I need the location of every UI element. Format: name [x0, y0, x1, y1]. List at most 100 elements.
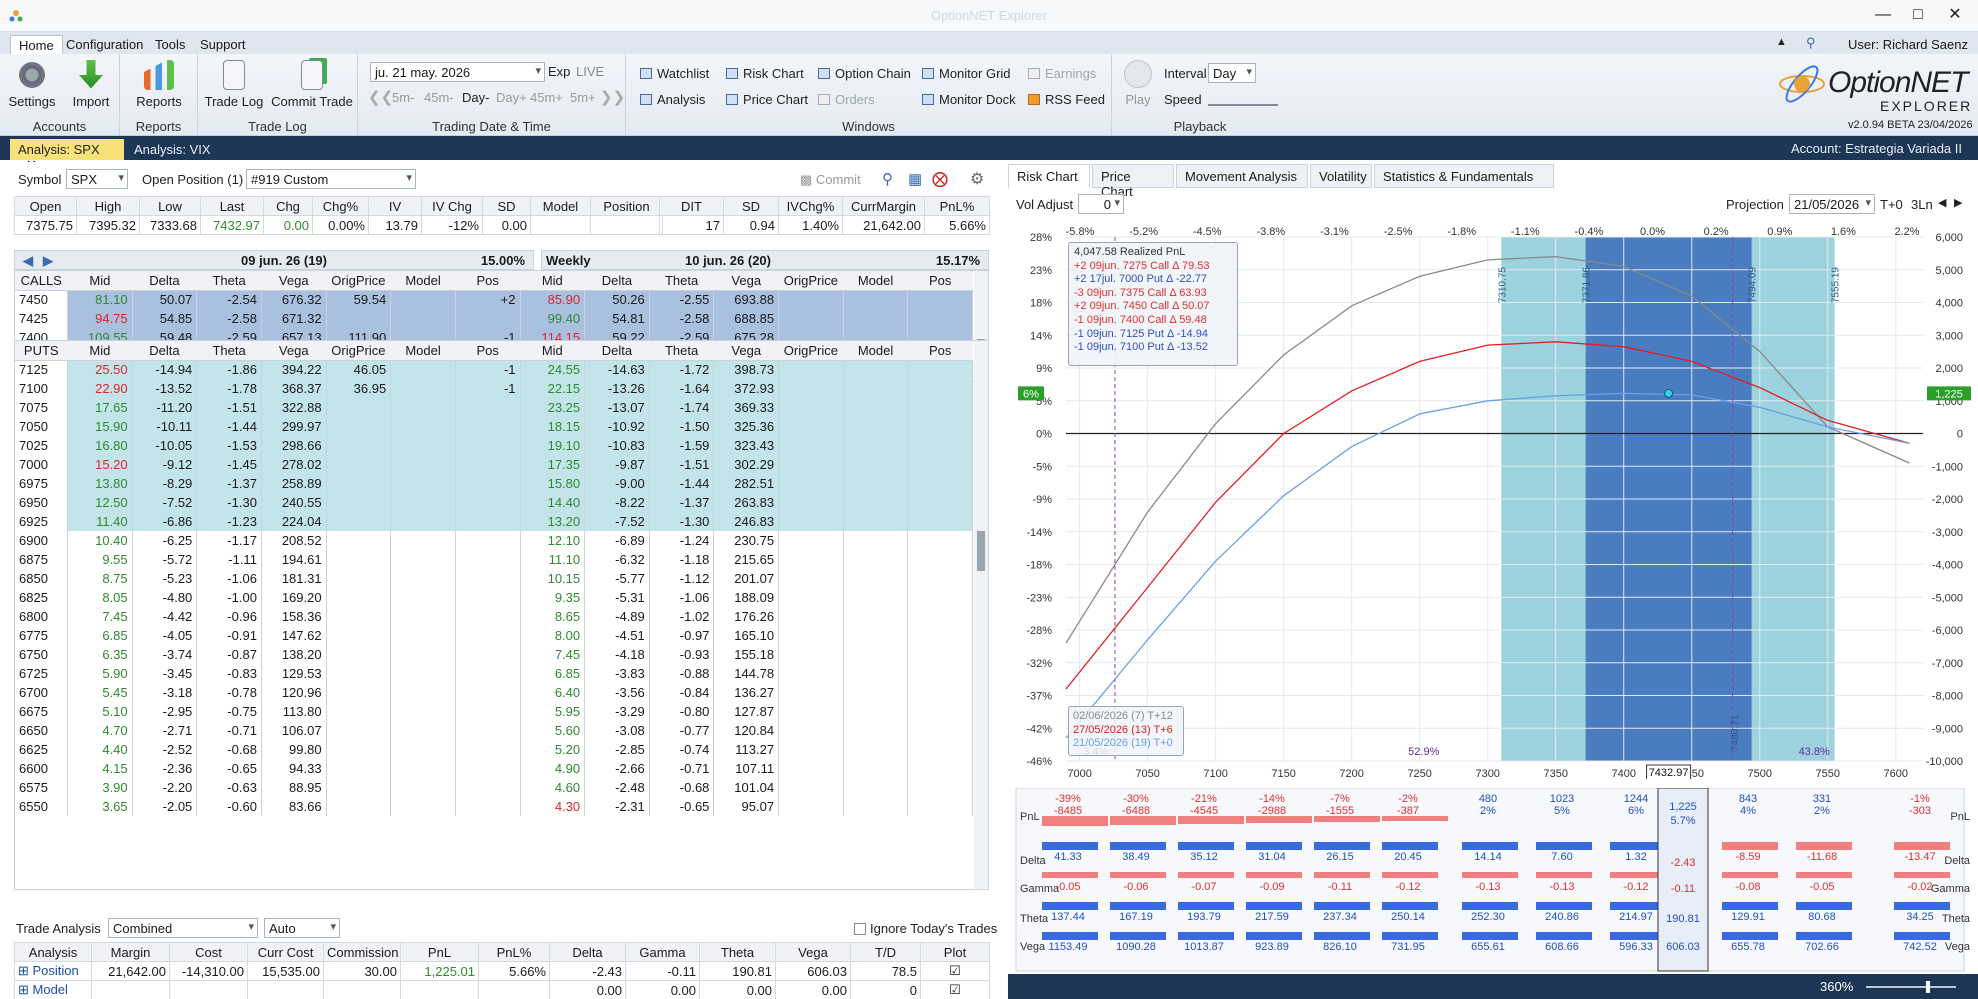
chain-cell[interactable]: -0.91 — [196, 626, 262, 645]
chain-cell[interactable]: -0.63 — [196, 778, 262, 797]
chain-cell[interactable]: 5.20 — [520, 740, 586, 759]
chain-cell[interactable]: -1.37 — [196, 474, 262, 493]
chain-cell[interactable]: 188.09 — [713, 588, 780, 607]
close-position-icon[interactable]: ⨂ — [932, 169, 948, 189]
puts-scrollbar[interactable] — [974, 341, 988, 889]
trade-analysis-row[interactable]: ⊞ Position 21,642.00 -14,310.00 15,535.00 30… — [14, 961, 990, 981]
chain-cell[interactable]: -1.00 — [196, 588, 262, 607]
chain-cell[interactable] — [326, 569, 392, 588]
chain-column-header[interactable]: Mid — [67, 271, 133, 291]
strike-cell[interactable]: 7025 — [15, 436, 69, 455]
chain-cell[interactable]: -0.88 — [649, 664, 715, 683]
chain-cell[interactable] — [778, 398, 844, 417]
chain-cell[interactable]: -1.18 — [649, 550, 715, 569]
strike-cell[interactable]: 7425 — [15, 309, 69, 328]
chain-cell[interactable] — [843, 588, 909, 607]
chain-column-header[interactable]: OrigPrice — [778, 271, 844, 291]
chain-column-header[interactable]: Mid — [67, 341, 133, 361]
chain-cell[interactable]: -0.96 — [196, 607, 262, 626]
projection-date-input[interactable]: 21/05/2026 — [1789, 194, 1875, 214]
chain-cell[interactable]: 54.81 — [584, 309, 650, 328]
chain-cell[interactable]: -2.71 — [132, 721, 198, 740]
chain-cell[interactable]: 17.65 — [67, 398, 133, 417]
strike-cell[interactable]: 7075 — [15, 398, 69, 417]
chain-cell[interactable] — [907, 759, 973, 778]
chain-cell[interactable]: -5.72 — [132, 550, 198, 569]
strike-cell[interactable]: 6725 — [15, 664, 69, 683]
chain-cell[interactable] — [907, 778, 973, 797]
chain-cell[interactable] — [390, 531, 456, 550]
ignore-trades-checkbox[interactable]: Ignore Today's Trades — [854, 921, 997, 936]
chain-cell[interactable]: -0.78 — [196, 683, 262, 702]
chain-cell[interactable] — [326, 398, 392, 417]
chain-column-header[interactable]: OrigPrice — [326, 271, 391, 291]
chain-cell[interactable]: 176.26 — [713, 607, 780, 626]
chain-cell[interactable]: 95.07 — [713, 797, 780, 816]
chain-cell[interactable]: -0.65 — [196, 759, 262, 778]
chain-column-header[interactable]: Mid — [520, 271, 585, 291]
chain-cell[interactable] — [455, 309, 521, 328]
chain-cell[interactable]: +2 — [455, 290, 521, 309]
chain-cell[interactable]: 107.11 — [713, 759, 780, 778]
chain-cell[interactable]: -2.66 — [584, 759, 650, 778]
chain-cell[interactable]: 7.45 — [67, 607, 133, 626]
chain-column-header[interactable]: Delta — [584, 271, 650, 291]
chain-cell[interactable] — [455, 436, 521, 455]
chain-cell[interactable]: -2.55 — [649, 290, 715, 309]
chain-cell[interactable] — [390, 683, 456, 702]
chain-cell[interactable]: 3.90 — [67, 778, 133, 797]
zoom-slider[interactable] — [1866, 981, 1956, 993]
chain-cell[interactable]: -0.97 — [649, 626, 715, 645]
chain-row[interactable]: 6675 5.10 -2.95 -0.75 113.80 5.95 -3.29 -0.80 12… — [15, 702, 973, 721]
step-forward-icon[interactable]: ❯❯ — [600, 88, 625, 106]
chain-cell[interactable]: 19.10 — [520, 436, 586, 455]
chain-row[interactable]: 6750 6.35 -3.74 -0.87 138.20 7.45 -4.18 -0.93 15… — [15, 645, 973, 664]
chain-cell[interactable]: -3.18 — [132, 683, 198, 702]
chain-column-header[interactable]: Delta — [584, 341, 650, 361]
maximize-button[interactable]: □ — [1903, 4, 1933, 26]
chain-cell[interactable] — [326, 550, 392, 569]
chain-cell[interactable]: -4.89 — [584, 607, 650, 626]
chain-cell[interactable] — [778, 626, 844, 645]
chain-cell[interactable]: -1.51 — [196, 398, 262, 417]
chain-cell[interactable] — [843, 455, 909, 474]
step-45m-back[interactable]: 45m- — [424, 90, 454, 105]
chain-cell[interactable] — [326, 683, 392, 702]
strike-cell[interactable]: 6600 — [15, 759, 69, 778]
chain-cell[interactable] — [455, 797, 521, 816]
chain-cell[interactable] — [326, 645, 392, 664]
chain-cell[interactable] — [778, 721, 844, 740]
analysis-cell[interactable]: ☑ — [920, 980, 990, 999]
chain-cell[interactable] — [326, 721, 392, 740]
chain-cell[interactable]: -1.53 — [196, 436, 262, 455]
chain-cell[interactable]: 4.30 — [520, 797, 586, 816]
chain-column-header[interactable]: Delta — [132, 271, 197, 291]
chain-cell[interactable]: 10.40 — [67, 531, 133, 550]
chain-cell[interactable]: -3.56 — [584, 683, 650, 702]
chain-cell[interactable] — [326, 607, 392, 626]
chain-row[interactable]: 6650 4.70 -2.71 -0.71 106.07 5.60 -3.08 -0.77 12… — [15, 721, 973, 740]
chain-cell[interactable]: -2.20 — [132, 778, 198, 797]
chain-cell[interactable] — [390, 588, 456, 607]
chain-row[interactable]: 6600 4.15 -2.36 -0.65 94.33 4.90 -2.66 -0.71 107… — [15, 759, 973, 778]
symbol-select[interactable]: SPX — [66, 169, 128, 189]
chain-cell[interactable]: 85.90 — [520, 290, 586, 309]
chain-cell[interactable]: 6.85 — [520, 664, 586, 683]
chain-cell[interactable] — [326, 702, 392, 721]
chain-cell[interactable]: -1.44 — [649, 474, 715, 493]
chain-column-header[interactable]: Vega — [261, 341, 327, 361]
chain-cell[interactable] — [843, 398, 909, 417]
rss-feed-button[interactable]: RSS Feed — [1028, 92, 1105, 107]
chain-cell[interactable] — [843, 512, 909, 531]
chain-cell[interactable] — [390, 740, 456, 759]
chain-cell[interactable]: -1.78 — [196, 379, 262, 398]
step-45m-forward[interactable]: 45m+ — [530, 90, 563, 105]
chain-cell[interactable]: 4.15 — [67, 759, 133, 778]
option-chain-button[interactable]: Option Chain — [818, 66, 911, 81]
chain-cell[interactable] — [455, 626, 521, 645]
chain-cell[interactable]: -1.12 — [649, 569, 715, 588]
chain-row[interactable]: 7025 16.80 -10.05 -1.53 298.66 19.10 -10.83 -1.… — [15, 436, 973, 455]
chain-cell[interactable] — [778, 702, 844, 721]
commit-button[interactable]: ▩ Commit — [800, 172, 861, 188]
chain-cell[interactable]: 17.35 — [520, 455, 586, 474]
